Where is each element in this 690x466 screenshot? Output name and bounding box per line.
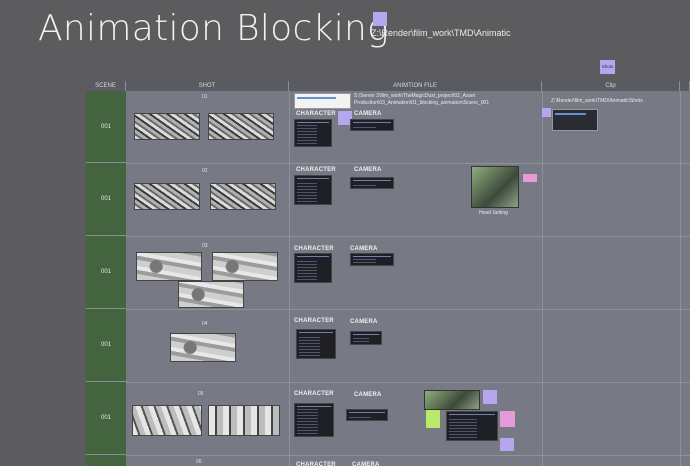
animation-file-path: S:\Server 2\film_work\TheMagicDust_proje… xyxy=(354,93,490,106)
scene-cell[interactable]: 001 xyxy=(86,163,126,236)
head-setting-screenshot[interactable] xyxy=(471,166,519,208)
character-panel-screenshot[interactable] xyxy=(294,253,332,283)
scene-cell[interactable]: 001 xyxy=(86,382,126,455)
character-panel-screenshot[interactable] xyxy=(296,329,336,359)
camera-panel-screenshot[interactable] xyxy=(346,409,388,421)
col-header-file: ANIMTION FILE xyxy=(289,81,542,91)
character-panel-screenshot[interactable] xyxy=(294,403,334,437)
sticky-note[interactable] xyxy=(373,12,387,26)
scene-cell[interactable]: 001 xyxy=(86,309,126,382)
row-divider xyxy=(126,455,690,456)
col-header-clip: Clip xyxy=(542,81,680,91)
col-divider xyxy=(542,91,543,466)
shot-number: 02 xyxy=(202,168,208,174)
scene-cell[interactable]: 001 xyxy=(86,91,126,163)
camera-label: CAMERA xyxy=(354,392,382,398)
clip-path: Z:\Render\film_work\TMD\Animatic\Shots xyxy=(551,98,643,104)
character-panel-screenshot[interactable] xyxy=(294,119,332,147)
shot-number: 01 xyxy=(202,94,208,100)
character-label: CHARACTER xyxy=(296,111,336,117)
shot-thumbnail[interactable] xyxy=(136,252,202,281)
character-label: CHARACTER xyxy=(294,246,334,252)
shots-sticky-note[interactable]: Shots xyxy=(600,60,615,74)
col-divider xyxy=(680,91,681,466)
scene-cell[interactable]: 001 xyxy=(86,236,126,309)
camera-panel-screenshot[interactable] xyxy=(350,331,382,345)
sticky-note[interactable] xyxy=(500,411,515,427)
page-title: Animation Blocking xyxy=(38,8,390,49)
camera-panel-screenshot[interactable] xyxy=(350,119,394,131)
camera-panel-screenshot[interactable] xyxy=(350,253,394,266)
shot-number: 05 xyxy=(198,391,204,397)
scene-cell[interactable] xyxy=(86,455,126,466)
row-divider xyxy=(126,382,690,383)
setting-screenshot[interactable] xyxy=(424,390,480,410)
shot-thumbnail[interactable] xyxy=(208,113,274,140)
col-header-scene: SCENE xyxy=(86,81,126,91)
shot-number: 06 xyxy=(196,459,202,465)
character-label: CHARACTER xyxy=(296,462,336,466)
col-header-extra xyxy=(680,81,690,91)
sticky-note[interactable] xyxy=(500,438,514,451)
shot-thumbnail[interactable] xyxy=(134,113,200,140)
head-setting-caption: Head Setting xyxy=(479,210,508,216)
shot-number: 04 xyxy=(202,321,208,327)
camera-label: CAMERA xyxy=(350,246,378,252)
row-divider xyxy=(126,163,690,164)
shot-thumbnail[interactable] xyxy=(212,252,278,281)
shot-thumbnail[interactable] xyxy=(170,333,236,362)
camera-label: CAMERA xyxy=(350,319,378,325)
sticky-note[interactable] xyxy=(523,174,537,182)
character-label: CHARACTER xyxy=(294,318,334,324)
camera-panel-screenshot[interactable] xyxy=(350,177,394,189)
sticky-note[interactable] xyxy=(542,108,551,117)
setting-panel-screenshot[interactable] xyxy=(446,411,498,441)
camera-label: CAMERA xyxy=(354,167,382,173)
camera-label: CAMERA xyxy=(352,462,380,466)
clip-folder-screenshot[interactable] xyxy=(552,109,598,131)
camera-label: CAMERA xyxy=(354,111,382,117)
row-divider xyxy=(126,236,690,237)
row-divider xyxy=(126,309,690,310)
shot-thumbnail[interactable] xyxy=(132,405,202,436)
shot-thumbnail[interactable] xyxy=(208,405,280,436)
shot-thumbnail[interactable] xyxy=(134,183,200,210)
blocking-table: SCENE SHOT ANIMTION FILE Clip 001 001 00… xyxy=(86,81,690,466)
render-path-text: Z:\Render\film_work\TMD\Animatic xyxy=(371,28,511,38)
shot-thumbnail[interactable] xyxy=(210,183,276,210)
character-label: CHARACTER xyxy=(294,391,334,397)
sticky-note[interactable] xyxy=(426,410,440,428)
character-label: CHARACTER xyxy=(296,167,336,173)
shot-thumbnail[interactable] xyxy=(178,281,244,308)
col-header-shot: SHOT xyxy=(126,81,289,91)
sticky-note[interactable] xyxy=(483,390,497,404)
col-divider xyxy=(289,91,290,466)
character-panel-screenshot[interactable] xyxy=(294,175,332,205)
file-browser-screenshot[interactable] xyxy=(294,93,351,109)
shot-number: 03 xyxy=(202,243,208,249)
